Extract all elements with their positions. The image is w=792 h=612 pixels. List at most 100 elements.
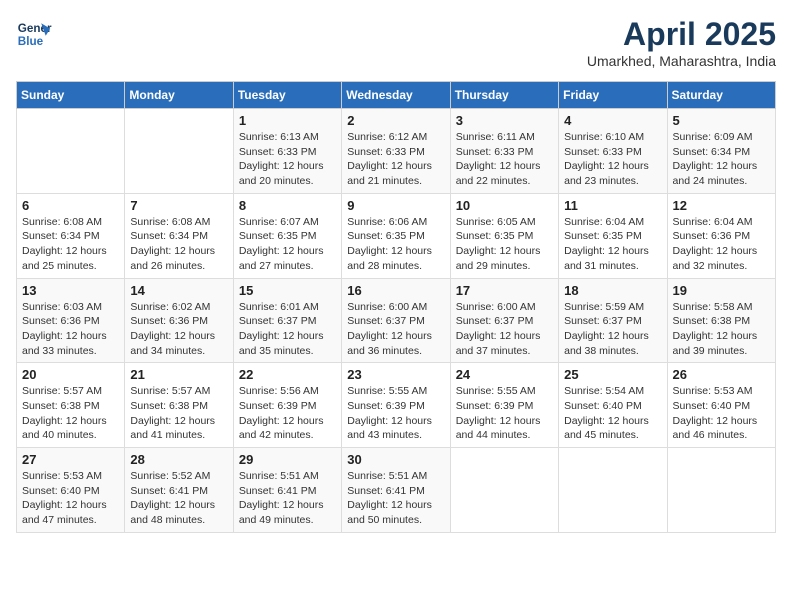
- day-number: 16: [347, 283, 444, 298]
- calendar-header-row: SundayMondayTuesdayWednesdayThursdayFrid…: [17, 82, 776, 109]
- day-number: 22: [239, 367, 336, 382]
- header-cell-saturday: Saturday: [667, 82, 775, 109]
- calendar-cell: [17, 109, 125, 194]
- day-number: 26: [673, 367, 770, 382]
- day-detail: Sunrise: 6:04 AMSunset: 6:36 PMDaylight:…: [673, 215, 770, 274]
- day-detail: Sunrise: 5:57 AMSunset: 6:38 PMDaylight:…: [130, 384, 227, 443]
- day-detail: Sunrise: 6:02 AMSunset: 6:36 PMDaylight:…: [130, 300, 227, 359]
- calendar-cell: 21 Sunrise: 5:57 AMSunset: 6:38 PMDayligh…: [125, 363, 233, 448]
- day-detail: Sunrise: 5:51 AMSunset: 6:41 PMDaylight:…: [239, 469, 336, 528]
- calendar-cell: [667, 448, 775, 533]
- day-number: 6: [22, 198, 119, 213]
- header-cell-thursday: Thursday: [450, 82, 558, 109]
- week-row-2: 13Sunrise: 6:03 AMSunset: 6:36 PMDayligh…: [17, 278, 776, 363]
- calendar-cell: 17 Sunrise: 6:00 AMSunset: 6:37 PMDayligh…: [450, 278, 558, 363]
- calendar-cell: 7 Sunrise: 6:08 AMSunset: 6:34 PMDaylight…: [125, 193, 233, 278]
- day-detail: Sunrise: 5:51 AMSunset: 6:41 PMDaylight:…: [347, 469, 444, 528]
- day-detail: Sunrise: 6:00 AMSunset: 6:37 PMDaylight:…: [347, 300, 444, 359]
- day-detail: Sunrise: 5:53 AMSunset: 6:40 PMDaylight:…: [673, 384, 770, 443]
- calendar-cell: [450, 448, 558, 533]
- day-number: 7: [130, 198, 227, 213]
- calendar-cell: 16 Sunrise: 6:00 AMSunset: 6:37 PMDayligh…: [342, 278, 450, 363]
- day-number: 17: [456, 283, 553, 298]
- day-number: 15: [239, 283, 336, 298]
- day-number: 8: [239, 198, 336, 213]
- day-number: 2: [347, 113, 444, 128]
- calendar-cell: 13Sunrise: 6:03 AMSunset: 6:36 PMDayligh…: [17, 278, 125, 363]
- calendar-cell: 2 Sunrise: 6:12 AMSunset: 6:33 PMDaylight…: [342, 109, 450, 194]
- calendar-cell: [559, 448, 667, 533]
- calendar-cell: 10 Sunrise: 6:05 AMSunset: 6:35 PMDayligh…: [450, 193, 558, 278]
- day-number: 12: [673, 198, 770, 213]
- header-cell-wednesday: Wednesday: [342, 82, 450, 109]
- header: General Blue April 2025 Umarkhed, Mahara…: [16, 16, 776, 69]
- calendar-body: 1 Sunrise: 6:13 AMSunset: 6:33 PMDaylight…: [17, 109, 776, 533]
- month-title: April 2025: [587, 16, 776, 53]
- day-detail: Sunrise: 6:03 AMSunset: 6:36 PMDaylight:…: [22, 300, 119, 359]
- calendar-cell: 9 Sunrise: 6:06 AMSunset: 6:35 PMDaylight…: [342, 193, 450, 278]
- day-number: 20: [22, 367, 119, 382]
- week-row-1: 6 Sunrise: 6:08 AMSunset: 6:34 PMDaylight…: [17, 193, 776, 278]
- day-detail: Sunrise: 6:06 AMSunset: 6:35 PMDaylight:…: [347, 215, 444, 274]
- day-number: 25: [564, 367, 661, 382]
- calendar-cell: 22 Sunrise: 5:56 AMSunset: 6:39 PMDayligh…: [233, 363, 341, 448]
- calendar-table: SundayMondayTuesdayWednesdayThursdayFrid…: [16, 81, 776, 533]
- location-subtitle: Umarkhed, Maharashtra, India: [587, 53, 776, 69]
- day-detail: Sunrise: 6:05 AMSunset: 6:35 PMDaylight:…: [456, 215, 553, 274]
- day-number: 14: [130, 283, 227, 298]
- day-detail: Sunrise: 6:07 AMSunset: 6:35 PMDaylight:…: [239, 215, 336, 274]
- calendar-cell: [125, 109, 233, 194]
- day-detail: Sunrise: 6:11 AMSunset: 6:33 PMDaylight:…: [456, 130, 553, 189]
- day-detail: Sunrise: 5:55 AMSunset: 6:39 PMDaylight:…: [456, 384, 553, 443]
- day-number: 29: [239, 452, 336, 467]
- calendar-cell: 28 Sunrise: 5:52 AMSunset: 6:41 PMDayligh…: [125, 448, 233, 533]
- title-area: April 2025 Umarkhed, Maharashtra, India: [587, 16, 776, 69]
- day-detail: Sunrise: 6:10 AMSunset: 6:33 PMDaylight:…: [564, 130, 661, 189]
- calendar-cell: 20 Sunrise: 5:57 AMSunset: 6:38 PMDayligh…: [17, 363, 125, 448]
- week-row-3: 20 Sunrise: 5:57 AMSunset: 6:38 PMDayligh…: [17, 363, 776, 448]
- calendar-cell: 8 Sunrise: 6:07 AMSunset: 6:35 PMDaylight…: [233, 193, 341, 278]
- calendar-cell: 6 Sunrise: 6:08 AMSunset: 6:34 PMDaylight…: [17, 193, 125, 278]
- day-detail: Sunrise: 5:56 AMSunset: 6:39 PMDaylight:…: [239, 384, 336, 443]
- day-detail: Sunrise: 6:08 AMSunset: 6:34 PMDaylight:…: [130, 215, 227, 274]
- day-number: 19: [673, 283, 770, 298]
- day-number: 28: [130, 452, 227, 467]
- day-detail: Sunrise: 6:04 AMSunset: 6:35 PMDaylight:…: [564, 215, 661, 274]
- day-number: 9: [347, 198, 444, 213]
- logo-icon: General Blue: [16, 16, 52, 52]
- calendar-cell: 5 Sunrise: 6:09 AMSunset: 6:34 PMDaylight…: [667, 109, 775, 194]
- logo: General Blue: [16, 16, 56, 52]
- day-detail: Sunrise: 6:00 AMSunset: 6:37 PMDaylight:…: [456, 300, 553, 359]
- day-detail: Sunrise: 6:12 AMSunset: 6:33 PMDaylight:…: [347, 130, 444, 189]
- header-cell-tuesday: Tuesday: [233, 82, 341, 109]
- day-number: 10: [456, 198, 553, 213]
- day-number: 3: [456, 113, 553, 128]
- day-detail: Sunrise: 6:08 AMSunset: 6:34 PMDaylight:…: [22, 215, 119, 274]
- day-detail: Sunrise: 5:59 AMSunset: 6:37 PMDaylight:…: [564, 300, 661, 359]
- day-detail: Sunrise: 5:55 AMSunset: 6:39 PMDaylight:…: [347, 384, 444, 443]
- day-detail: Sunrise: 6:13 AMSunset: 6:33 PMDaylight:…: [239, 130, 336, 189]
- day-number: 11: [564, 198, 661, 213]
- calendar-cell: 30Sunrise: 5:51 AMSunset: 6:41 PMDayligh…: [342, 448, 450, 533]
- header-cell-monday: Monday: [125, 82, 233, 109]
- day-detail: Sunrise: 6:01 AMSunset: 6:37 PMDaylight:…: [239, 300, 336, 359]
- day-detail: Sunrise: 6:09 AMSunset: 6:34 PMDaylight:…: [673, 130, 770, 189]
- week-row-4: 27Sunrise: 5:53 AMSunset: 6:40 PMDayligh…: [17, 448, 776, 533]
- day-number: 27: [22, 452, 119, 467]
- calendar-cell: 23 Sunrise: 5:55 AMSunset: 6:39 PMDayligh…: [342, 363, 450, 448]
- calendar-cell: 24 Sunrise: 5:55 AMSunset: 6:39 PMDayligh…: [450, 363, 558, 448]
- day-number: 24: [456, 367, 553, 382]
- day-number: 5: [673, 113, 770, 128]
- svg-text:Blue: Blue: [18, 35, 44, 48]
- day-number: 23: [347, 367, 444, 382]
- day-detail: Sunrise: 5:57 AMSunset: 6:38 PMDaylight:…: [22, 384, 119, 443]
- calendar-cell: 25Sunrise: 5:54 AMSunset: 6:40 PMDayligh…: [559, 363, 667, 448]
- day-number: 21: [130, 367, 227, 382]
- header-cell-friday: Friday: [559, 82, 667, 109]
- day-detail: Sunrise: 5:52 AMSunset: 6:41 PMDaylight:…: [130, 469, 227, 528]
- day-number: 4: [564, 113, 661, 128]
- day-number: 1: [239, 113, 336, 128]
- calendar-cell: 3 Sunrise: 6:11 AMSunset: 6:33 PMDaylight…: [450, 109, 558, 194]
- calendar-cell: 1 Sunrise: 6:13 AMSunset: 6:33 PMDaylight…: [233, 109, 341, 194]
- calendar-cell: 26 Sunrise: 5:53 AMSunset: 6:40 PMDayligh…: [667, 363, 775, 448]
